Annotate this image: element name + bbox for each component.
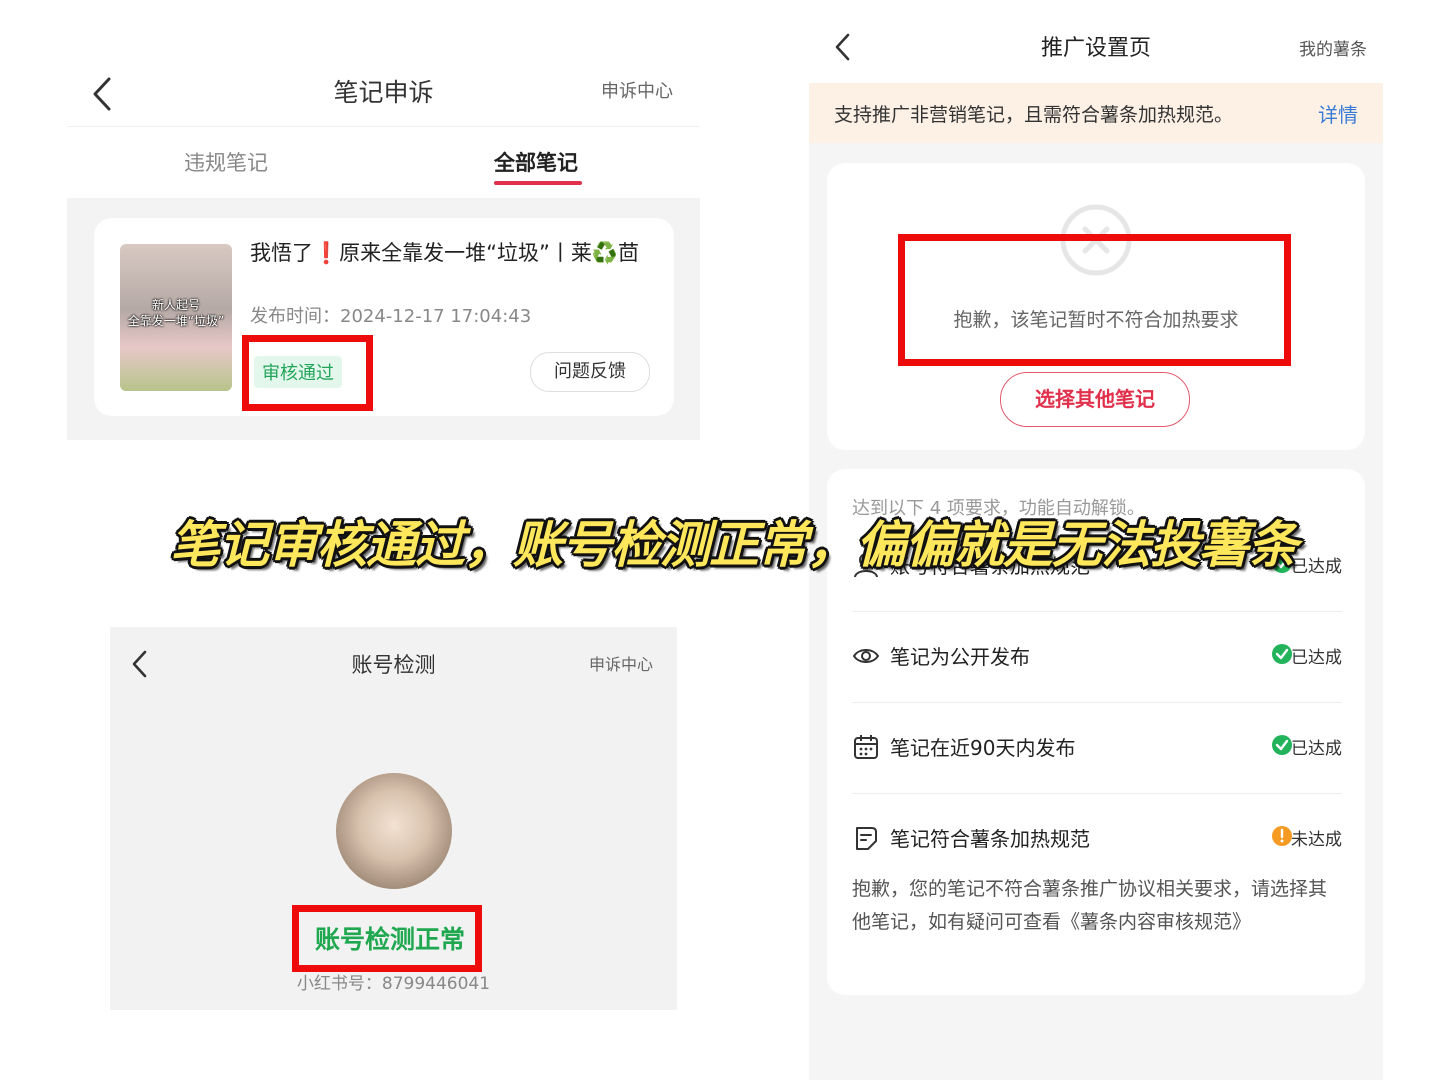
- details-link[interactable]: 详情: [1318, 99, 1358, 128]
- active-tab-indicator: [494, 181, 582, 185]
- note-appeal-screen: 笔记申诉 申诉中心 违规笔记 全部笔记 新人起号 全靠发一堆“垃圾” 我悟了❗原…: [67, 45, 700, 440]
- requirement-label: 笔记符合薯条加热规范: [890, 827, 1090, 851]
- tab-violating-notes[interactable]: 违规笔记: [184, 147, 268, 177]
- requirement-label: 笔记为公开发布: [890, 645, 1030, 669]
- appeal-center-link[interactable]: 申诉中心: [601, 77, 673, 103]
- eye-icon: [852, 642, 880, 670]
- header-divider: [67, 126, 700, 127]
- divider: [852, 702, 1342, 703]
- ineligible-card: 抱歉，该笔记暂时不符合加热要求 选择其他笔记: [827, 163, 1365, 450]
- divider: [852, 611, 1342, 612]
- my-shutiao-link[interactable]: 我的薯条: [1299, 35, 1367, 60]
- notice-text: 支持推广非营销笔记，且需符合薯条加热规范。: [834, 104, 1234, 126]
- requirement-label: 笔记在近90天内发布: [890, 736, 1076, 760]
- warning-circle-icon: [1272, 826, 1292, 846]
- requirement-status: 已达成: [1291, 648, 1342, 668]
- appeal-center-link[interactable]: 申诉中心: [589, 651, 653, 675]
- note-thumbnail: 新人起号 全靠发一堆“垃圾”: [120, 244, 232, 391]
- note-card[interactable]: 新人起号 全靠发一堆“垃圾” 我悟了❗原来全靠发一堆“垃圾”丨莱♻️茴 发布时间…: [94, 218, 674, 416]
- highlight-box: [292, 905, 482, 972]
- account-check-screen: 账号检测 申诉中心 账号检测正常 小红书号：8799446041: [110, 627, 677, 1010]
- account-id: 小红书号：8799446041: [296, 974, 491, 994]
- notice-bar: 支持推广非营销笔记，且需符合薯条加热规范。 详情: [809, 83, 1383, 143]
- requirement-item: 笔记在近90天内发布 已达成: [852, 717, 1342, 777]
- overlay-caption: 笔记审核通过，账号检测正常，偏偏就是无法投薯条: [170, 516, 1298, 574]
- requirement-item: 笔记为公开发布 已达成: [852, 626, 1342, 686]
- requirement-status: 已达成: [1291, 739, 1342, 759]
- highlight-box: [242, 335, 373, 411]
- check-circle-icon: [1272, 735, 1292, 755]
- requirement-note: 抱歉，您的笔记不符合薯条推广协议相关要求，请选择其他笔记，如有疑问可查看《薯条内…: [852, 878, 1328, 933]
- calendar-icon: [852, 733, 880, 761]
- choose-other-note-button[interactable]: 选择其他笔记: [1000, 372, 1190, 427]
- requirement-status: 已达成: [1291, 557, 1342, 577]
- document-icon: [852, 824, 880, 852]
- publish-time: 发布时间：2024-12-17 17:04:43: [250, 306, 532, 327]
- feedback-button[interactable]: 问题反馈: [530, 352, 650, 392]
- requirement-item: 笔记符合薯条加热规范 未达成: [852, 808, 1342, 868]
- note-title: 我悟了❗原来全靠发一堆“垃圾”丨莱♻️茴: [250, 241, 640, 265]
- requirement-status: 未达成: [1291, 830, 1342, 850]
- thumbnail-caption: 新人起号: [151, 298, 200, 312]
- check-circle-icon: [1272, 644, 1292, 664]
- avatar: [336, 773, 452, 889]
- highlight-box: [898, 234, 1291, 366]
- thumbnail-caption: 全靠发一堆“垃圾”: [127, 314, 225, 328]
- divider: [852, 793, 1342, 794]
- page-title: 推广设置页: [1040, 36, 1151, 61]
- tab-all-notes[interactable]: 全部笔记: [494, 147, 578, 177]
